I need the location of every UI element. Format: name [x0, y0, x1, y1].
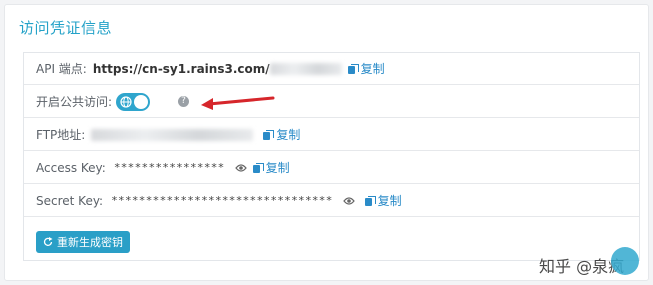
copy-icon — [347, 63, 359, 74]
api-endpoint-value: https://cn-sy1.rains3.com/ — [92, 61, 270, 76]
copy-access-key-button[interactable]: 复制 — [252, 159, 290, 176]
secret-key-label: Secret Key: — [36, 193, 104, 208]
eye-icon[interactable] — [342, 196, 355, 206]
secret-key-value: ******************************** — [111, 194, 333, 207]
copy-icon — [252, 162, 264, 173]
redacted-endpoint — [269, 62, 342, 75]
red-arrow-annotation — [201, 96, 275, 110]
public-access-label: 开启公共访问: — [36, 95, 113, 109]
ftp-label: FTP地址: — [36, 128, 86, 142]
copy-api-label: 复制 — [360, 62, 385, 76]
copy-secret-key-button[interactable]: 复制 — [364, 192, 402, 209]
secret-key-row: Secret Key: ****************************… — [24, 185, 639, 217]
public-access-row: 开启公共访问: ? — [24, 86, 639, 118]
access-key-label: Access Key: — [36, 160, 106, 175]
regenerate-keys-button[interactable]: 重新生成密钥 — [36, 231, 130, 253]
copy-access-label: 复制 — [265, 161, 290, 175]
refresh-icon — [43, 237, 53, 246]
regenerate-keys-label: 重新生成密钥 — [57, 236, 123, 249]
ftp-row: FTP地址: 复制 — [24, 119, 639, 151]
credentials-group: API 端点: https://cn-sy1.rains3.com/ 复制 开启… — [23, 52, 640, 261]
api-endpoint-label: API 端点: — [36, 62, 87, 76]
copy-icon — [364, 195, 376, 206]
access-key-value: **************** — [113, 161, 225, 174]
eye-icon[interactable] — [234, 163, 247, 173]
panel-title: 访问凭证信息 — [19, 19, 113, 37]
access-key-row: Access Key: **************** 复制 — [24, 152, 639, 184]
globe-icon — [120, 95, 132, 108]
copy-ftp-button[interactable]: 复制 — [263, 126, 300, 143]
copy-icon — [263, 129, 275, 140]
api-endpoint-row: API 端点: https://cn-sy1.rains3.com/ 复制 — [24, 53, 639, 85]
public-access-toggle[interactable] — [116, 92, 151, 111]
copy-api-button[interactable]: 复制 — [347, 60, 385, 77]
toggle-knob — [134, 94, 149, 109]
copy-secret-label: 复制 — [377, 194, 402, 208]
redacted-ftp-address — [91, 128, 254, 141]
watermark-logo — [611, 247, 639, 275]
help-icon[interactable]: ? — [178, 96, 190, 107]
copy-ftp-label: 复制 — [276, 128, 301, 142]
credentials-panel: 访问凭证信息 API 端点: https://cn-sy1.rains3.com… — [4, 4, 649, 281]
